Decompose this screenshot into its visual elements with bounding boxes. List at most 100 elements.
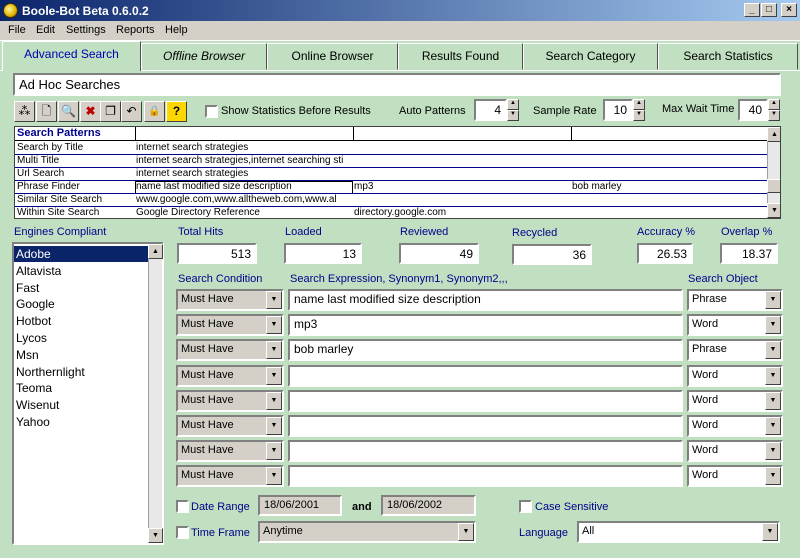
scroll-thumb[interactable] [767,179,780,193]
condition-select[interactable]: Must Have ▼ [176,389,284,412]
pattern-icon[interactable]: ⁂ [14,101,35,122]
menu-edit[interactable]: Edit [36,24,55,36]
condition-select[interactable]: Must Have ▼ [176,314,284,337]
undo-icon[interactable]: ↶ [121,101,142,122]
pattern-cell[interactable]: Google Directory Reference [136,207,352,218]
menu-help[interactable]: Help [165,24,188,36]
engine-item[interactable]: Teoma [14,380,148,396]
delete-icon[interactable]: ✖ [80,101,101,122]
chevron-down-icon[interactable]: ▼ [765,291,781,309]
max-wait-time-input[interactable]: 40 [738,99,768,121]
close-button[interactable]: × [781,3,797,17]
engine-item[interactable]: Lycos [14,330,148,346]
date-range-checkbox[interactable] [176,500,189,513]
spin-down-icon[interactable]: ▼ [633,110,645,121]
chevron-down-icon[interactable]: ▼ [266,291,282,309]
chevron-down-icon[interactable]: ▼ [765,467,781,486]
chevron-down-icon[interactable]: ▼ [266,366,282,385]
tab-results-found[interactable]: Results Found [398,43,523,70]
scroll-up-icon[interactable]: ▲ [148,244,163,259]
show-statistics-checkbox[interactable] [205,105,218,118]
condition-select[interactable]: Must Have ▼ [176,339,284,362]
pattern-cell[interactable] [572,207,767,218]
chevron-down-icon[interactable]: ▼ [765,316,781,335]
chevron-down-icon[interactable]: ▼ [765,341,781,360]
spin-down-icon[interactable]: ▼ [768,110,780,121]
query-name-input[interactable]: Ad Hoc Searches [13,73,781,96]
condition-select[interactable]: Must Have ▼ [176,415,284,437]
condition-select[interactable]: Must Have ▼ [176,440,284,463]
time-frame-checkbox[interactable] [176,526,189,539]
condition-select[interactable]: Must Have ▼ [176,364,284,387]
date-from-input[interactable]: 18/06/2001 [258,495,342,516]
condition-select[interactable]: Must Have ▼ [176,289,284,311]
object-select[interactable]: Word ▼ [687,364,783,387]
spin-up-icon[interactable]: ▲ [507,99,519,110]
expression-input[interactable] [288,389,683,412]
expression-input[interactable] [288,440,683,463]
engine-item[interactable]: Hotbot [14,313,148,329]
expression-input[interactable]: bob marley [288,339,683,362]
expression-input[interactable] [288,415,683,437]
chevron-down-icon[interactable]: ▼ [765,417,781,435]
object-select[interactable]: Word ▼ [687,314,783,337]
spin-up-icon[interactable]: ▲ [633,99,645,110]
engine-item[interactable]: Yahoo [14,414,148,430]
tab-advanced-search[interactable]: Advanced Search [2,41,141,71]
menu-settings[interactable]: Settings [66,24,106,36]
engine-item[interactable]: Msn [14,347,148,363]
language-select[interactable]: All ▼ [577,521,780,543]
chevron-down-icon[interactable]: ▼ [266,417,282,435]
scroll-down-icon[interactable]: ▼ [148,528,163,543]
expression-input[interactable]: name last modified size description [288,289,683,311]
pattern-row[interactable]: Within Site Search Google Directory Refer… [15,207,767,218]
maximize-button[interactable]: □ [761,3,777,17]
engine-item[interactable]: Adobe [14,246,148,262]
engine-item[interactable]: Google [14,296,148,312]
menu-file[interactable]: File [8,24,26,36]
object-select[interactable]: Word ▼ [687,415,783,437]
time-frame-select[interactable]: Anytime ▼ [258,521,476,543]
condition-select[interactable]: Must Have ▼ [176,465,284,488]
sample-rate-input[interactable]: 10 [603,99,633,121]
chevron-down-icon[interactable]: ▼ [765,391,781,410]
chevron-down-icon[interactable]: ▼ [266,391,282,410]
title-bar[interactable]: Boole-Bot Beta 0.6.0.2 _ □ × [0,0,800,21]
tab-search-category[interactable]: Search Category [523,43,658,70]
chevron-down-icon[interactable]: ▼ [762,523,778,541]
object-select[interactable]: Phrase ▼ [687,339,783,362]
chevron-down-icon[interactable]: ▼ [458,523,474,541]
engines-list[interactable]: Adobe Altavista Fast Google Hotbot Lycos Msn No… [12,242,164,545]
engine-item[interactable]: Wisenut [14,397,148,413]
object-select[interactable]: Word ▼ [687,389,783,412]
tab-offline-browser[interactable]: Offline Browser [141,43,267,70]
pattern-cell[interactable]: directory.google.com [354,207,570,218]
spin-down-icon[interactable]: ▼ [507,110,519,121]
chevron-down-icon[interactable]: ▼ [266,467,282,486]
minimize-button[interactable]: _ [744,3,760,17]
chevron-down-icon[interactable]: ▼ [266,442,282,461]
object-select[interactable]: Word ▼ [687,465,783,488]
lock-icon[interactable]: 🔒 [144,101,165,122]
scroll-down-icon[interactable]: ▼ [767,203,780,218]
grid-scrollbar[interactable]: ▲ ▼ [767,127,780,218]
object-select[interactable]: Phrase ▼ [687,289,783,311]
scroll-up-icon[interactable]: ▲ [767,127,780,142]
case-sensitive-checkbox[interactable] [519,500,532,513]
date-to-input[interactable]: 18/06/2002 [381,495,476,516]
tab-online-browser[interactable]: Online Browser [267,43,398,70]
spin-up-icon[interactable]: ▲ [768,99,780,110]
chevron-down-icon[interactable]: ▼ [765,366,781,385]
engines-scrollbar[interactable]: ▲ ▼ [148,244,163,543]
pattern-cell[interactable]: Within Site Search [17,207,135,218]
search-patterns-grid[interactable]: Search Patterns Search by Title internet … [14,126,781,219]
menu-reports[interactable]: Reports [116,24,155,36]
chevron-down-icon[interactable]: ▼ [266,316,282,335]
object-select[interactable]: Word ▼ [687,440,783,463]
engine-item[interactable]: Fast [14,280,148,296]
chevron-down-icon[interactable]: ▼ [266,341,282,360]
expression-input[interactable] [288,364,683,387]
tab-search-statistics[interactable]: Search Statistics [658,43,798,70]
help-icon[interactable]: ? [166,101,187,122]
search-icon[interactable]: 🔍 [58,101,79,122]
